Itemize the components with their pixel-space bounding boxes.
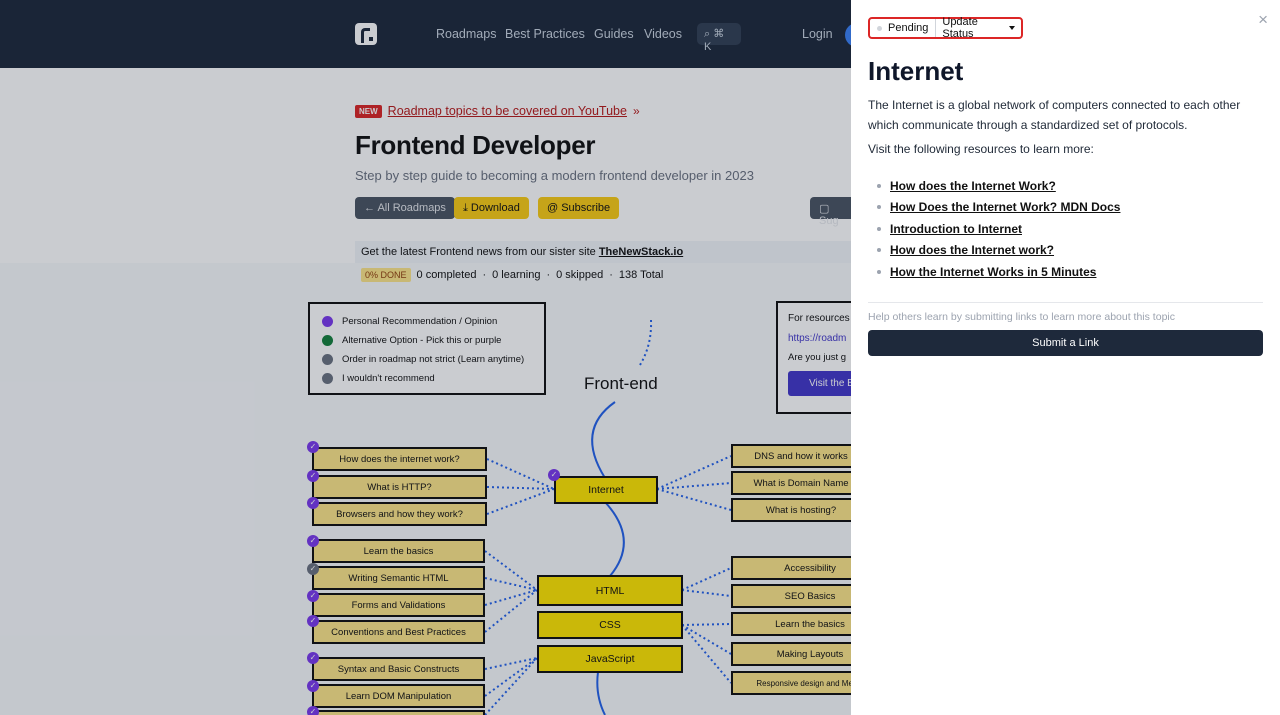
list-item: How does the Internet work? (877, 240, 1120, 262)
list-item: How the Internet Works in 5 Minutes (877, 261, 1120, 283)
resources-intro: Visit the following resources to learn m… (868, 142, 1094, 156)
bullet-icon (877, 226, 881, 231)
topic-title: Internet (868, 56, 964, 86)
topic-description: The Internet is a global network of comp… (868, 98, 1241, 132)
caret-down-icon (1009, 26, 1015, 30)
list-item: How Does the Internet Work? MDN Docs (877, 197, 1120, 219)
status-dot-icon (877, 25, 882, 31)
status-pending: Pending (870, 19, 937, 37)
submit-link-button[interactable]: Submit a Link (868, 330, 1263, 356)
topic-drawer: × Pending Update Status Internet The Int… (851, 0, 1280, 715)
bullet-icon (877, 205, 881, 210)
update-status-dropdown[interactable]: Update Status (936, 16, 1021, 40)
resource-link[interactable]: How does the Internet work? (890, 243, 1054, 257)
bullet-icon (877, 269, 881, 274)
resource-link[interactable]: How Does the Internet Work? MDN Docs (890, 200, 1120, 214)
close-icon[interactable]: × (1258, 10, 1268, 30)
help-text: Help others learn by submitting links to… (868, 311, 1175, 323)
status-control: Pending Update Status (868, 16, 1023, 40)
bullet-icon (877, 183, 881, 188)
bullet-icon (877, 248, 881, 253)
resource-link[interactable]: How the Internet Works in 5 Minutes (890, 265, 1096, 279)
list-item: Introduction to Internet (877, 218, 1120, 240)
update-status-label: Update Status (942, 16, 978, 40)
divider (868, 302, 1263, 303)
resource-list: How does the Internet Work? How Does the… (877, 175, 1120, 283)
resource-link[interactable]: How does the Internet Work? (890, 179, 1056, 193)
resource-link[interactable]: Introduction to Internet (890, 222, 1022, 236)
status-label: Pending (888, 22, 929, 34)
list-item: How does the Internet Work? (877, 175, 1120, 197)
